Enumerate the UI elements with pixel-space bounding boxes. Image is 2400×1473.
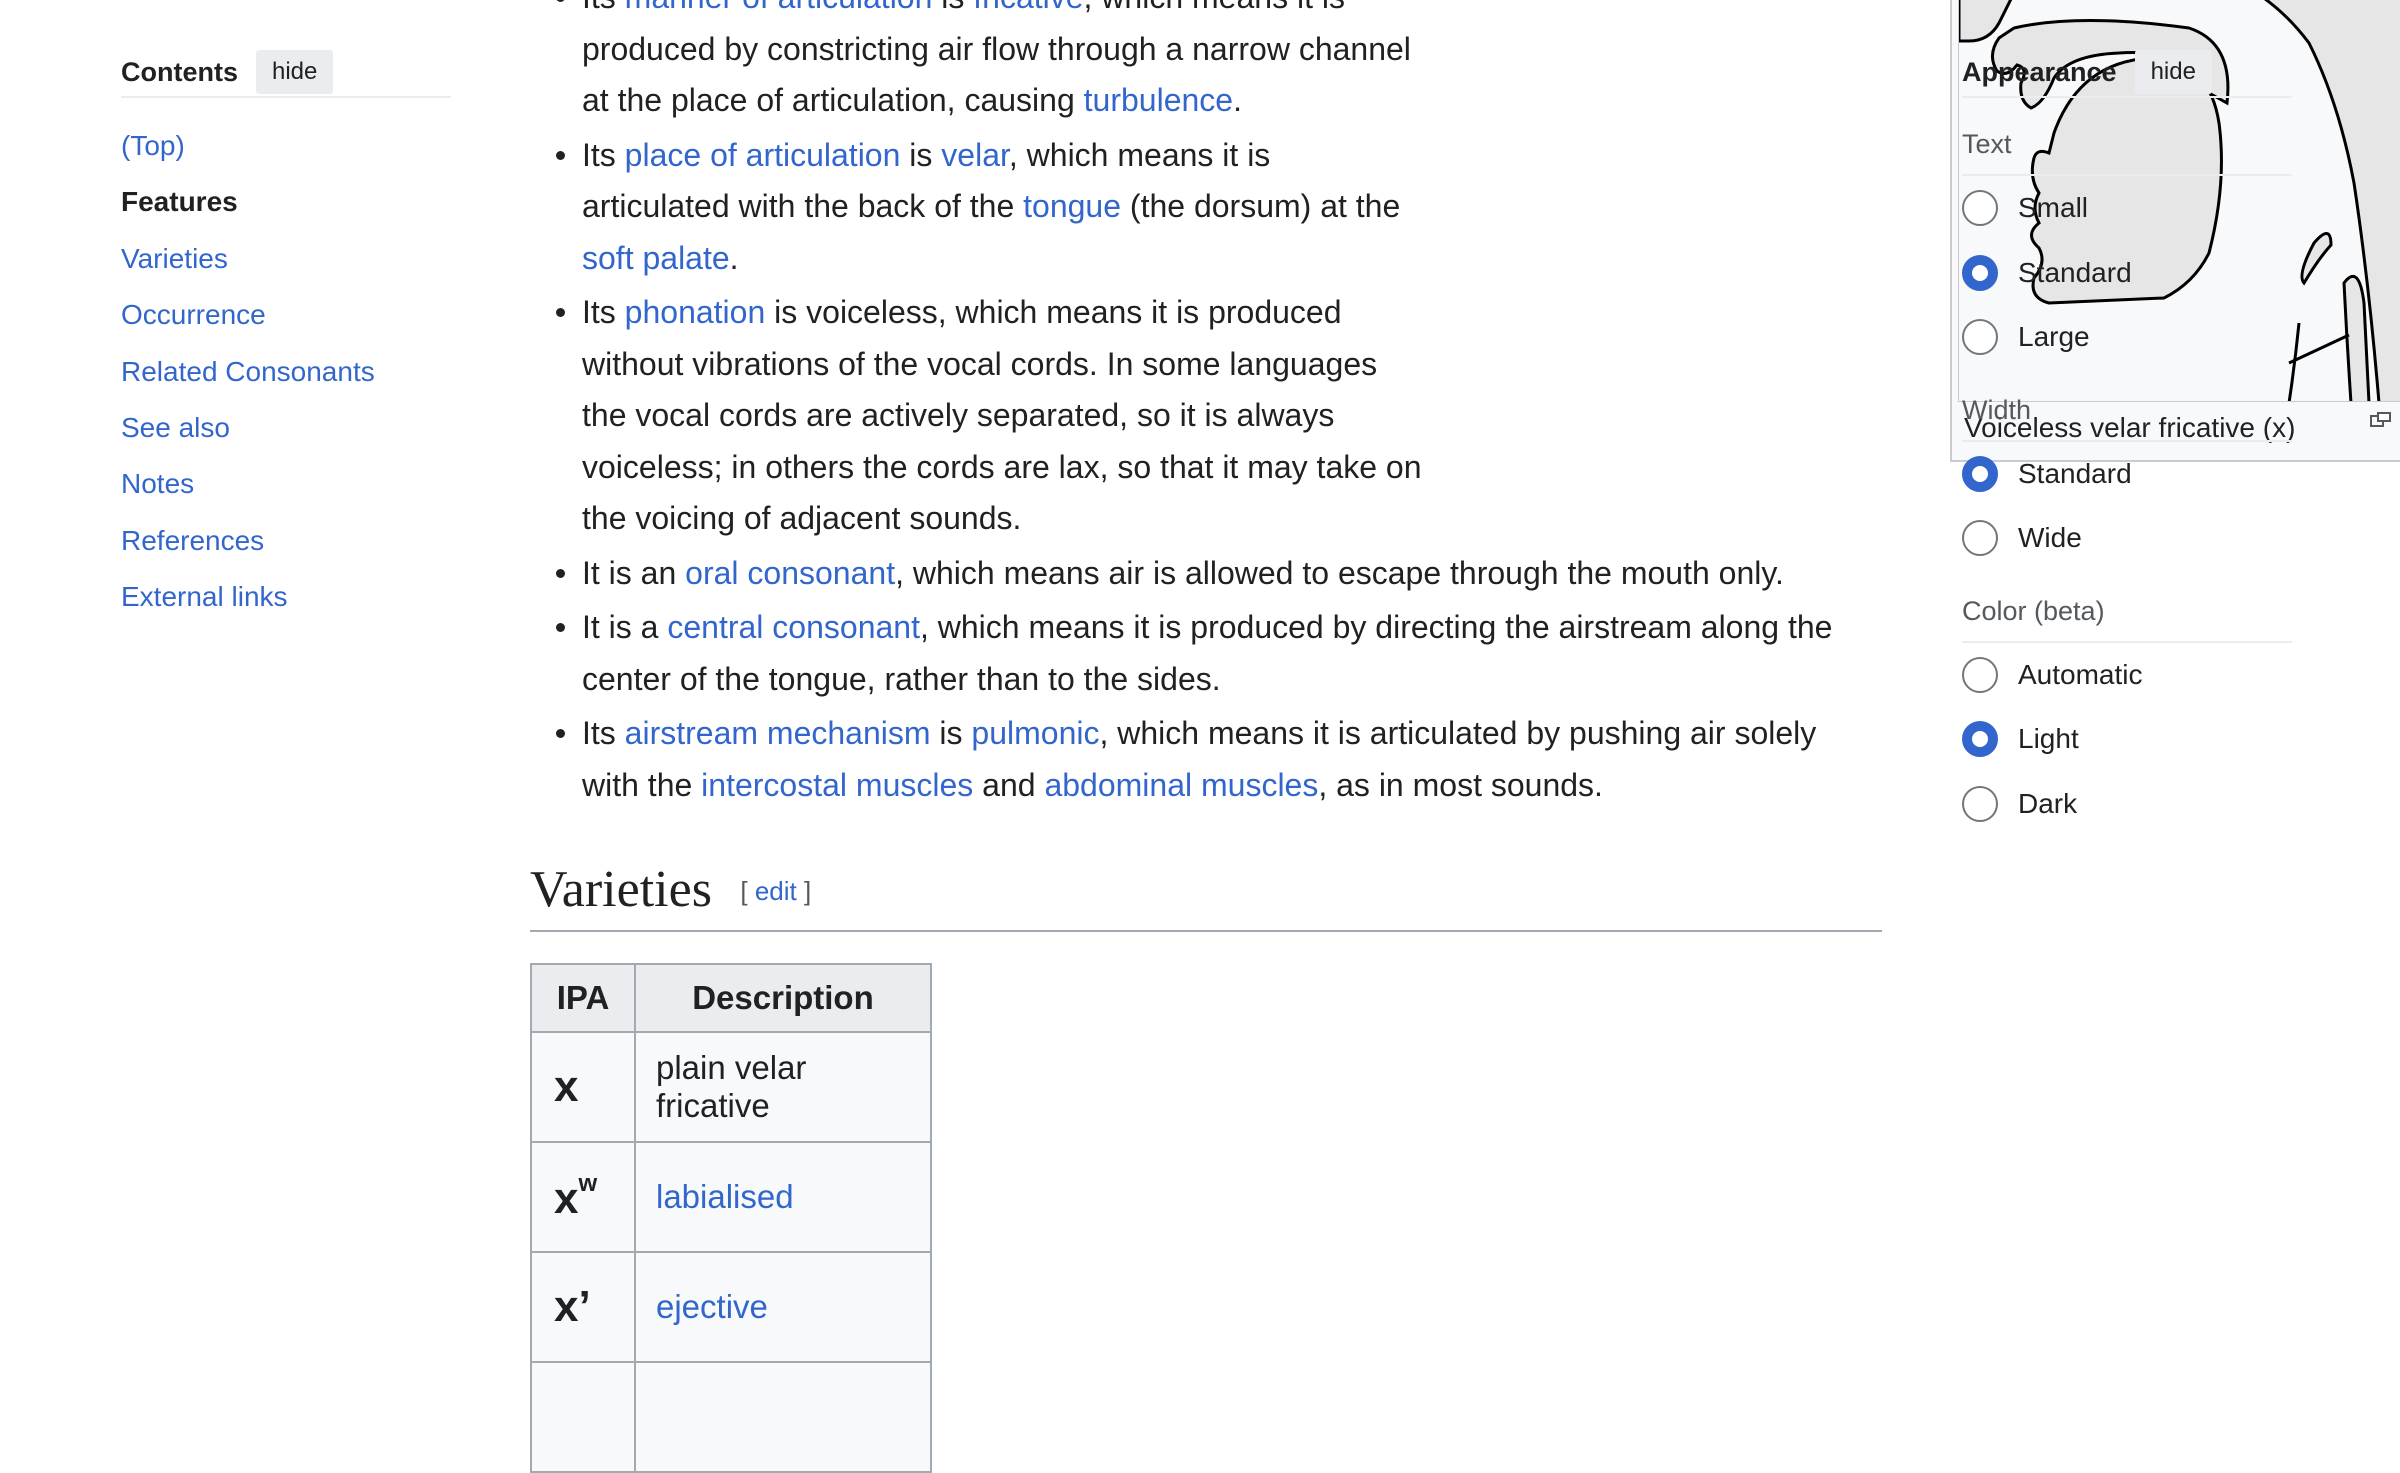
table-row: x plain velar fricative <box>530 1031 932 1143</box>
features-list: Its manner of articulation is fricative,… <box>530 0 1882 811</box>
toc-item-external-links[interactable]: External links <box>121 569 451 625</box>
color-automatic-option[interactable]: Automatic <box>1962 643 2292 708</box>
link-place-of-articulation[interactable]: place of articulation <box>625 137 901 173</box>
radio-button-selected[interactable] <box>1962 455 1998 492</box>
list-item: Its airstream mechanism is pulmonic, whi… <box>530 708 1882 811</box>
width-wide-option[interactable]: Wide <box>1962 506 2292 571</box>
text-size-standard-option[interactable]: Standard <box>1962 241 2292 306</box>
table-of-contents: Contents hide (Top) Features Varieties O… <box>121 48 451 626</box>
list-item: It is an oral consonant, which means air… <box>530 548 1882 600</box>
color-light-option[interactable]: Light <box>1962 707 2292 772</box>
list-item: It is a central consonant, which means i… <box>530 602 1882 705</box>
toc-item-varieties[interactable]: Varieties <box>121 231 451 287</box>
ipa-superscript: w <box>578 1170 598 1197</box>
link-labialised[interactable]: labialised <box>656 1178 794 1215</box>
list-item: Its phonation is voiceless, which means … <box>530 287 1422 545</box>
list-item: Its place of articulation is velar, whic… <box>530 130 1422 285</box>
radio-button[interactable] <box>1962 520 1998 557</box>
link-turbulence[interactable]: turbulence <box>1084 82 1233 118</box>
ipa-cell: xw <box>530 1141 636 1253</box>
color-dark-option[interactable]: Dark <box>1962 772 2292 837</box>
toc-hide-button[interactable]: hide <box>256 50 334 94</box>
description-cell: ejective <box>634 1251 932 1363</box>
text-size-small-option[interactable]: Small <box>1962 176 2292 241</box>
toc-list: (Top) Features Varieties Occurrence Rela… <box>121 118 451 626</box>
link-fricative[interactable]: fricative <box>973 0 1083 15</box>
description-cell: labialised <box>634 1141 932 1253</box>
radio-button-selected[interactable] <box>1962 721 1998 758</box>
width-label: Width <box>1962 384 2292 442</box>
column-header-description: Description <box>634 963 932 1033</box>
toc-item-notes[interactable]: Notes <box>121 456 451 512</box>
link-abdominal-muscles[interactable]: abdominal muscles <box>1044 767 1318 803</box>
ipa-cell <box>530 1361 636 1473</box>
color-label: Color (beta) <box>1962 585 2292 643</box>
varieties-table: IPA Description x plain velar fricative … <box>530 963 932 1473</box>
appearance-panel: Appearance hide Text Small Standard Larg… <box>1962 48 2292 836</box>
text-size-label: Text <box>1962 118 2292 176</box>
edit-section: [ edit ] <box>740 876 812 906</box>
description-cell <box>634 1361 932 1473</box>
column-header-ipa: IPA <box>530 963 636 1033</box>
toc-item-references[interactable]: References <box>121 513 451 569</box>
article-content: Its manner of articulation is fricative,… <box>530 0 2400 1473</box>
radio-button-selected[interactable] <box>1962 254 1998 291</box>
description-cell: plain velar fricative <box>634 1031 932 1143</box>
ipa-cell: x <box>530 1031 636 1143</box>
radio-button[interactable] <box>1962 785 1998 822</box>
link-central-consonant[interactable]: central consonant <box>667 609 920 645</box>
toc-item-occurrence[interactable]: Occurrence <box>121 287 451 343</box>
section-heading-varieties: Varieties [ edit ] <box>530 860 1882 932</box>
ipa-cell: x’ <box>530 1251 636 1363</box>
link-oral-consonant[interactable]: oral consonant <box>685 555 895 591</box>
radio-button[interactable] <box>1962 319 1998 356</box>
link-pulmonic[interactable]: pulmonic <box>971 715 1099 751</box>
link-phonation[interactable]: phonation <box>625 294 766 330</box>
toc-header: Contents hide <box>121 48 451 98</box>
link-velar[interactable]: velar <box>941 137 1009 173</box>
toc-item-see-also[interactable]: See also <box>121 400 451 456</box>
table-row <box>530 1361 932 1473</box>
link-intercostal-muscles[interactable]: intercostal muscles <box>701 767 973 803</box>
text-size-large-option[interactable]: Large <box>1962 305 2292 370</box>
section-title: Varieties <box>530 861 712 918</box>
link-tongue[interactable]: tongue <box>1023 188 1121 224</box>
table-row: xw labialised <box>530 1141 932 1253</box>
width-standard-option[interactable]: Standard <box>1962 442 2292 507</box>
magnify-clip-icon[interactable] <box>2370 412 2392 433</box>
list-item: Its manner of articulation is fricative,… <box>530 0 1422 127</box>
table-row: x’ ejective <box>530 1251 932 1363</box>
toc-item-top[interactable]: (Top) <box>121 118 451 174</box>
link-ejective[interactable]: ejective <box>656 1288 768 1325</box>
edit-link[interactable]: edit <box>755 876 797 906</box>
appearance-hide-button[interactable]: hide <box>2134 50 2212 94</box>
radio-button[interactable] <box>1962 190 1998 227</box>
appearance-header: Appearance hide <box>1962 48 2292 98</box>
toc-item-features[interactable]: Features <box>121 174 451 230</box>
appearance-title: Appearance <box>1962 56 2117 87</box>
link-airstream-mechanism[interactable]: airstream mechanism <box>625 715 931 751</box>
toc-title: Contents <box>121 56 238 87</box>
toc-item-related-consonants[interactable]: Related Consonants <box>121 344 451 400</box>
radio-button[interactable] <box>1962 656 1998 693</box>
link-soft-palate[interactable]: soft palate <box>582 240 730 276</box>
table-header-row: IPA Description <box>530 963 932 1033</box>
link-manner-of-articulation[interactable]: manner of articulation <box>625 0 933 15</box>
